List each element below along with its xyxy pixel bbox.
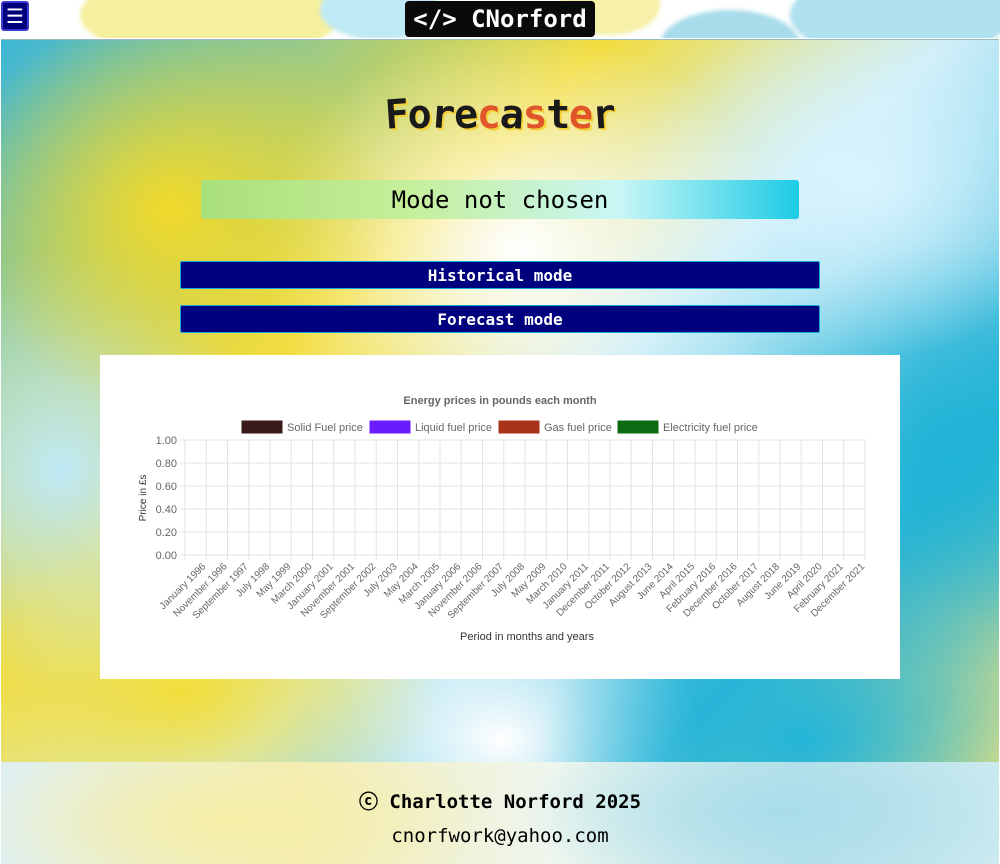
- legend-swatch: [617, 420, 659, 434]
- decorative-blob: [80, 0, 340, 38]
- chart-title: Energy prices in pounds each month: [403, 395, 596, 407]
- y-tick-label: 1.00: [156, 435, 177, 447]
- forecast-mode-button[interactable]: Forecast mode: [180, 305, 820, 333]
- email-link[interactable]: cnorfwork@yahoo.com: [1, 825, 999, 847]
- mode-status-banner: Mode not chosen: [201, 180, 799, 219]
- decorative-blob: [790, 0, 1000, 38]
- x-axis-label: Period in months and years: [460, 631, 594, 643]
- title-letter: e: [452, 91, 479, 139]
- title-letter: a: [498, 91, 525, 139]
- hamburger-icon: ☰: [6, 4, 24, 28]
- title-letter: F: [382, 91, 410, 139]
- legend-label: Electricity fuel price: [663, 422, 758, 434]
- title-letter: s: [521, 91, 548, 139]
- historical-mode-button[interactable]: Historical mode: [180, 261, 820, 289]
- title-letter: t: [546, 92, 570, 138]
- y-axis-label: Price in £s: [138, 475, 149, 522]
- main-panel: Forecaster Mode not chosen Historical mo…: [1, 39, 999, 762]
- legend-label: Solid Fuel price: [287, 422, 363, 434]
- energy-price-chart: Energy prices in pounds each month Solid …: [100, 355, 900, 679]
- site-logo[interactable]: </> CNorford: [405, 1, 595, 37]
- y-tick-label: 0.80: [156, 458, 177, 470]
- legend-swatch: [241, 420, 283, 434]
- footer: ⓒ Charlotte Norford 2025 cnorfwork@yahoo…: [1, 762, 999, 864]
- top-bar: ☰ </> CNorford: [0, 0, 1000, 38]
- logo-text: </> CNorford: [413, 5, 587, 33]
- y-tick-label: 0.20: [156, 527, 177, 539]
- mode-status-text: Mode not chosen: [391, 185, 609, 214]
- y-tick-label: 0.40: [156, 504, 177, 516]
- title-letter: c: [476, 92, 501, 138]
- legend-swatch: [369, 420, 411, 434]
- legend-swatch: [498, 420, 540, 434]
- copyright-text: ⓒ Charlotte Norford 2025: [358, 791, 642, 813]
- decorative-blob: [660, 10, 800, 38]
- title-letter: o: [407, 92, 432, 138]
- page-title: Forecaster: [1, 91, 999, 139]
- legend-label: Liquid fuel price: [415, 422, 492, 434]
- y-tick-label: 0.00: [156, 550, 177, 562]
- title-letter: r: [429, 91, 456, 139]
- chart-svg: Energy prices in pounds each month Solid …: [138, 395, 867, 643]
- legend-label: Gas fuel price: [544, 422, 612, 434]
- title-letter: r: [590, 91, 618, 139]
- menu-button[interactable]: ☰: [1, 1, 29, 31]
- y-tick-label: 0.60: [156, 481, 177, 493]
